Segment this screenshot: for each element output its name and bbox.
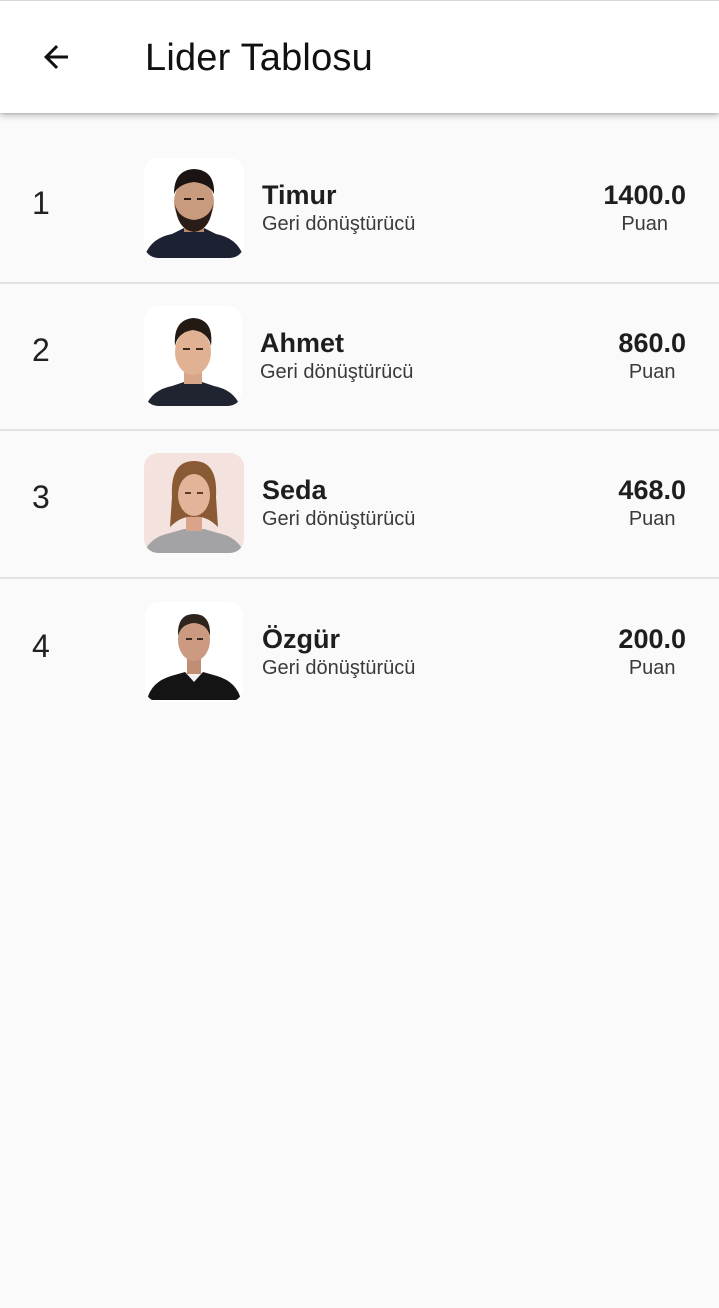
rank-number: 4 bbox=[32, 628, 50, 664]
back-button[interactable] bbox=[24, 27, 88, 91]
score-unit: Puan bbox=[621, 213, 669, 235]
score-box: 1400.0 Puan bbox=[603, 178, 686, 237]
user-name: Timur bbox=[262, 180, 337, 210]
user-name: Seda bbox=[262, 475, 327, 505]
rank-number: 1 bbox=[32, 185, 50, 221]
score-box: 860.0 Puan bbox=[618, 326, 686, 385]
user-role: Geri dönüştürücü bbox=[260, 361, 414, 383]
page-title: Lider Tablosu bbox=[145, 37, 373, 79]
avatar bbox=[144, 453, 244, 553]
user-photo-icon bbox=[144, 306, 242, 406]
avatar bbox=[144, 158, 244, 258]
user-role: Geri dönüştürücü bbox=[262, 657, 416, 679]
leaderboard-row[interactable]: 1 Timur Geri dönüştürücü 1400.0 Puan bbox=[0, 113, 719, 284]
score-unit: Puan bbox=[628, 508, 676, 530]
score-unit: Puan bbox=[628, 361, 676, 383]
user-name: Özgür bbox=[262, 624, 340, 654]
leaderboard-row[interactable]: 2 Ahmet Geri dönüştürücü 860.0 Puan bbox=[0, 284, 719, 431]
score-value: 860.0 bbox=[618, 328, 686, 358]
score-value: 200.0 bbox=[618, 624, 686, 654]
avatar bbox=[144, 306, 242, 406]
rank-number: 3 bbox=[32, 479, 50, 515]
user-photo-icon bbox=[144, 158, 244, 258]
score-box: 468.0 Puan bbox=[618, 473, 686, 532]
user-name: Ahmet bbox=[260, 328, 345, 358]
user-photo-icon bbox=[144, 453, 244, 553]
rank-number: 2 bbox=[32, 332, 50, 368]
app-bar: Lider Tablosu bbox=[0, 0, 719, 113]
user-role: Geri dönüştürücü bbox=[262, 213, 416, 235]
score-box: 200.0 Puan bbox=[618, 622, 686, 681]
leaderboard-list: 1 Timur Geri dönüştürücü 1400.0 Puan 2 A… bbox=[0, 113, 719, 726]
score-value: 1400.0 bbox=[603, 180, 686, 210]
user-role: Geri dönüştürücü bbox=[262, 508, 416, 530]
score-value: 468.0 bbox=[618, 475, 686, 505]
user-photo-icon bbox=[145, 602, 243, 700]
score-unit: Puan bbox=[628, 657, 676, 679]
arrow-back-icon bbox=[38, 39, 74, 80]
leaderboard-row[interactable]: 3 Seda Geri dönüştürücü 468.0 Puan bbox=[0, 431, 719, 579]
avatar bbox=[145, 602, 243, 702]
leaderboard-row[interactable]: 4 Özgür Geri dönüştürücü 200.0 Puan bbox=[0, 579, 719, 726]
